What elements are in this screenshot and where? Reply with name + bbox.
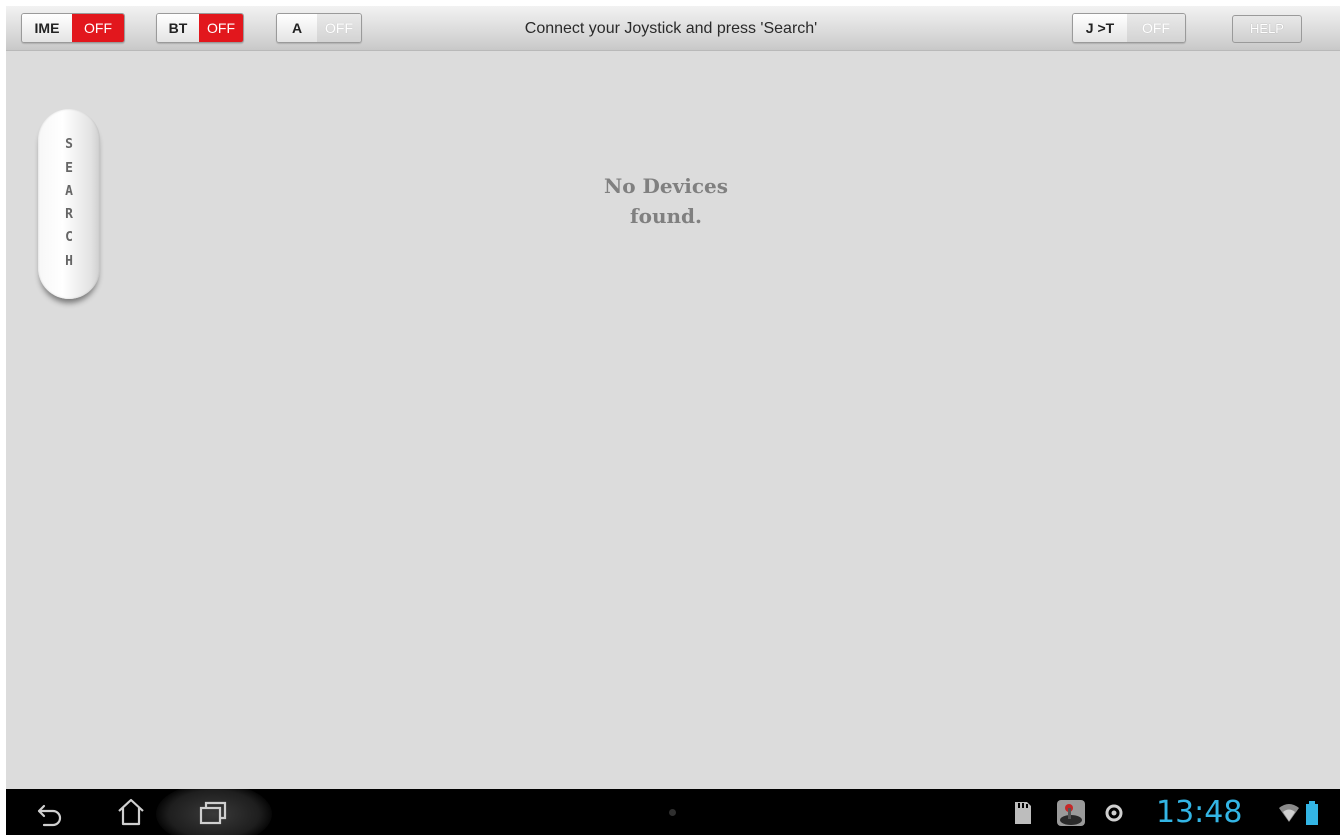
sync-icon (1105, 804, 1123, 822)
a-toggle-label: A (277, 14, 317, 42)
ime-toggle[interactable]: IME OFF (21, 13, 125, 43)
jt-toggle-state: OFF (1127, 14, 1185, 42)
bt-toggle[interactable]: BT OFF (156, 13, 244, 43)
status-clock: 13:48 (1156, 795, 1243, 830)
battery-icon (1306, 801, 1318, 825)
help-button[interactable]: HELP (1232, 15, 1302, 43)
recent-apps-icon[interactable] (198, 800, 228, 826)
jt-toggle-label: J >T (1073, 14, 1127, 42)
search-letter: R (65, 207, 73, 222)
search-letter: S (65, 137, 73, 152)
page-indicator-dot (669, 809, 676, 816)
no-devices-line-1: No Devices (603, 174, 729, 198)
wifi-icon (1279, 804, 1299, 822)
app-notification-icon (1057, 800, 1085, 826)
no-devices-message: No Devices found. (566, 171, 766, 231)
a-toggle[interactable]: A OFF (276, 13, 362, 43)
app-screen: IME OFF BT OFF A OFF Connect your Joysti… (6, 6, 1340, 789)
jt-toggle[interactable]: J >T OFF (1072, 13, 1186, 43)
top-toolbar: IME OFF BT OFF A OFF Connect your Joysti… (6, 6, 1340, 51)
bt-toggle-label: BT (157, 14, 199, 42)
instruction-text: Connect your Joystick and press 'Search' (524, 20, 818, 37)
search-letter: C (65, 230, 73, 245)
back-icon[interactable] (36, 801, 64, 827)
search-button[interactable]: S E A R C H (38, 109, 100, 299)
home-icon[interactable] (116, 797, 146, 827)
sd-card-icon (1015, 802, 1031, 824)
no-devices-line-2: found. (630, 204, 702, 228)
search-letter: A (65, 184, 73, 199)
bt-toggle-state: OFF (199, 14, 243, 42)
ime-toggle-label: IME (22, 14, 72, 42)
a-toggle-state: OFF (317, 14, 361, 42)
system-nav-bar: 13:48 (6, 789, 1340, 835)
search-letter: H (65, 254, 73, 269)
search-letter: E (65, 161, 73, 176)
ime-toggle-state: OFF (72, 14, 124, 42)
